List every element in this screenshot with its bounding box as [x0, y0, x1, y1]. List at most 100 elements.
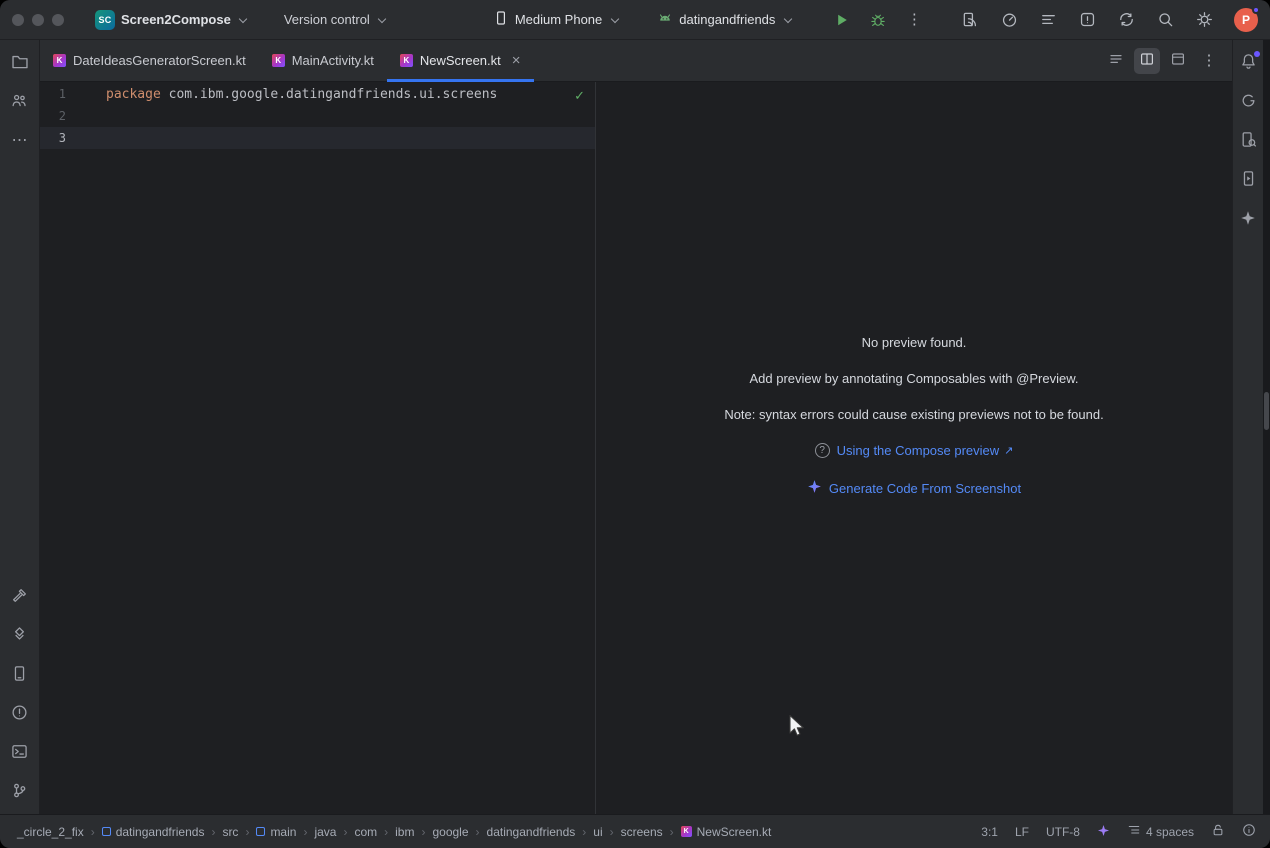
- build-tool-button[interactable]: [6, 583, 34, 611]
- tab-newscreen-kt[interactable]: K NewScreen.kt ×: [387, 40, 534, 81]
- no-preview-message: No preview found.: [862, 335, 967, 350]
- more-horizontal-icon: ⋯: [12, 133, 28, 149]
- breadcrumb-item[interactable]: com: [351, 823, 380, 841]
- tab-mainactivity-kt[interactable]: K MainActivity.kt: [259, 40, 387, 81]
- debug-button[interactable]: [865, 7, 891, 33]
- project-badge-icon: SC: [95, 10, 115, 30]
- search-everywhere-button[interactable]: [1152, 7, 1178, 33]
- minimize-window-button[interactable]: [32, 14, 44, 26]
- version-control-menu[interactable]: Version control: [277, 8, 394, 31]
- version-control-tool-button[interactable]: [6, 778, 34, 806]
- more-vertical-icon: ⋮: [1202, 53, 1217, 68]
- inspection-ok-icon[interactable]: ✓: [574, 88, 585, 104]
- project-selector[interactable]: SC Screen2Compose: [88, 6, 255, 34]
- zoom-window-button[interactable]: [52, 14, 64, 26]
- code-view-button[interactable]: [1103, 48, 1129, 74]
- user-avatar[interactable]: P: [1234, 8, 1258, 32]
- generate-code-from-screenshot-link[interactable]: Generate Code From Screenshot: [829, 481, 1021, 496]
- breadcrumb-item[interactable]: KNewScreen.kt: [678, 823, 775, 841]
- chevron-down-icon: [783, 15, 792, 24]
- kotlin-file-icon: K: [400, 54, 413, 67]
- breadcrumb-item[interactable]: google: [429, 823, 471, 841]
- info-icon: [1242, 823, 1256, 840]
- indent-widget[interactable]: 4 spaces: [1127, 823, 1194, 840]
- readonly-toggle[interactable]: [1211, 823, 1225, 840]
- people-icon: [11, 92, 28, 112]
- breadcrumb-separator: ›: [580, 825, 588, 839]
- profiler-button[interactable]: [996, 7, 1022, 33]
- line-number: 2: [40, 109, 66, 123]
- folder-icon: [11, 53, 29, 74]
- chevron-down-icon: [378, 15, 387, 24]
- more-vertical-icon: ⋮: [907, 12, 922, 27]
- breadcrumb-item[interactable]: _circle_2_fix: [14, 823, 87, 841]
- device-explorer-icon: [1240, 131, 1257, 151]
- ai-status-widget[interactable]: [1097, 824, 1110, 840]
- breadcrumb-label: NewScreen.kt: [697, 825, 772, 839]
- scrollbar-track[interactable]: [1263, 40, 1270, 814]
- settings-button[interactable]: [1191, 7, 1217, 33]
- version-control-label: Version control: [284, 12, 370, 27]
- more-tool-windows-button[interactable]: ⋯: [6, 127, 34, 155]
- chevron-down-icon: [610, 15, 619, 24]
- more-run-options-button[interactable]: ⋮: [901, 7, 927, 33]
- left-tool-stripe: ⋯: [0, 40, 40, 814]
- split-view-button[interactable]: [1134, 48, 1160, 74]
- gear-icon: [1196, 11, 1213, 28]
- editor-options-button[interactable]: ⋮: [1196, 48, 1222, 74]
- compose-preview-docs-link[interactable]: Using the Compose preview: [837, 443, 1000, 458]
- device-explorer-tool-button[interactable]: [1234, 127, 1262, 155]
- run-configuration-selector[interactable]: datingandfriends: [650, 6, 799, 33]
- breadcrumb-item[interactable]: src: [219, 823, 241, 841]
- breadcrumb-item[interactable]: ibm: [392, 823, 417, 841]
- encoding-widget[interactable]: UTF-8: [1046, 825, 1080, 839]
- terminal-icon: [11, 743, 28, 763]
- caret-position-widget[interactable]: 3:1: [981, 825, 998, 839]
- running-devices-tool-button[interactable]: [1234, 166, 1262, 194]
- device-selector[interactable]: Medium Phone: [486, 6, 626, 33]
- notifications-tool-button[interactable]: [1234, 49, 1262, 77]
- breadcrumb-separator: ›: [89, 825, 97, 839]
- breadcrumb-item[interactable]: ui: [590, 823, 605, 841]
- close-window-button[interactable]: [12, 14, 24, 26]
- window-controls: [12, 14, 64, 26]
- editor-line-caret[interactable]: 3: [40, 127, 595, 149]
- resource-manager-tool-button[interactable]: [6, 622, 34, 650]
- alert-circle-icon: [11, 704, 28, 724]
- code-editor[interactable]: 1 package com.ibm.google.datingandfriend…: [40, 82, 596, 814]
- project-tool-button[interactable]: [6, 49, 34, 77]
- tab-dateideasgeneratorscreen-kt[interactable]: K DateIdeasGeneratorScreen.kt: [40, 40, 259, 81]
- gemini-tool-button[interactable]: [1234, 205, 1262, 233]
- pull-requests-tool-button[interactable]: [6, 88, 34, 116]
- external-link-icon: ↗: [1004, 444, 1013, 457]
- line-number: 3: [40, 131, 66, 145]
- breadcrumb-item[interactable]: java: [311, 823, 339, 841]
- editor-line[interactable]: 2: [40, 105, 595, 127]
- close-tab-icon[interactable]: ×: [512, 53, 521, 68]
- layers-icon: [11, 626, 28, 646]
- split-view-icon: [1139, 51, 1155, 70]
- gradle-tool-button[interactable]: [1234, 88, 1262, 116]
- design-view-button[interactable]: [1165, 48, 1191, 74]
- run-button[interactable]: [829, 7, 855, 33]
- breadcrumb-item[interactable]: screens: [618, 823, 666, 841]
- breadcrumb-separator: ›: [608, 825, 616, 839]
- terminal-tool-button[interactable]: [6, 739, 34, 767]
- line-separator-widget[interactable]: LF: [1015, 825, 1029, 839]
- logcat-button[interactable]: [1035, 7, 1061, 33]
- android-studio-window: SC Screen2Compose Version control Medium…: [0, 0, 1270, 848]
- right-tool-stripe: [1232, 40, 1270, 814]
- scrollbar-thumb[interactable]: [1264, 392, 1269, 430]
- problems-tool-button[interactable]: [6, 700, 34, 728]
- editor-line[interactable]: 1 package com.ibm.google.datingandfriend…: [40, 83, 595, 105]
- info-widget[interactable]: [1242, 823, 1256, 840]
- tab-label: MainActivity.kt: [292, 53, 374, 68]
- breadcrumb-item[interactable]: main: [253, 823, 299, 841]
- breadcrumb-item[interactable]: datingandfriends: [99, 823, 208, 841]
- device-manager-tool-button[interactable]: [6, 661, 34, 689]
- app-quality-insights-button[interactable]: [1074, 7, 1100, 33]
- project-name: Screen2Compose: [121, 12, 231, 27]
- device-mirroring-button[interactable]: [957, 7, 983, 33]
- sync-project-button[interactable]: [1113, 7, 1139, 33]
- breadcrumb-item[interactable]: datingandfriends: [484, 823, 579, 841]
